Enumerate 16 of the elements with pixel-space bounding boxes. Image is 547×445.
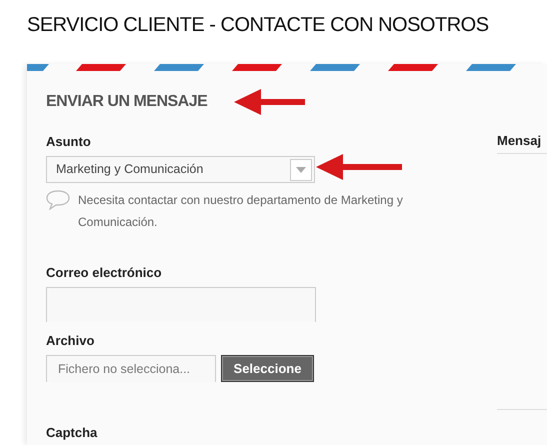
select-file-button[interactable]: Seleccione <box>221 355 314 382</box>
field-label: Correo electrónico <box>46 264 163 281</box>
field-label: Captcha <box>46 424 98 441</box>
field-label: Asunto <box>46 133 92 150</box>
help-text: Necesita contactar con nuestro departamento de Marketing y Comunicación. <box>78 192 404 231</box>
email-field[interactable] <box>46 287 316 322</box>
form-title: ENVIAR UN MENSAJE <box>46 92 208 112</box>
subject-dropdown[interactable]: Marketing y Comunicación <box>46 156 315 183</box>
file-field[interactable]: Fichero no selecciona... <box>46 355 216 382</box>
dropdown-caret-icon <box>290 158 312 180</box>
field-label: Archivo <box>46 332 96 349</box>
arrow-icon <box>316 154 402 180</box>
field-label: Mensaj <box>497 132 542 150</box>
arrow-icon <box>234 89 305 115</box>
speech-bubble-icon <box>46 190 70 210</box>
page-title: SERVICIO CLIENTE - CONTACTE CON NOSOTROS <box>27 13 489 38</box>
